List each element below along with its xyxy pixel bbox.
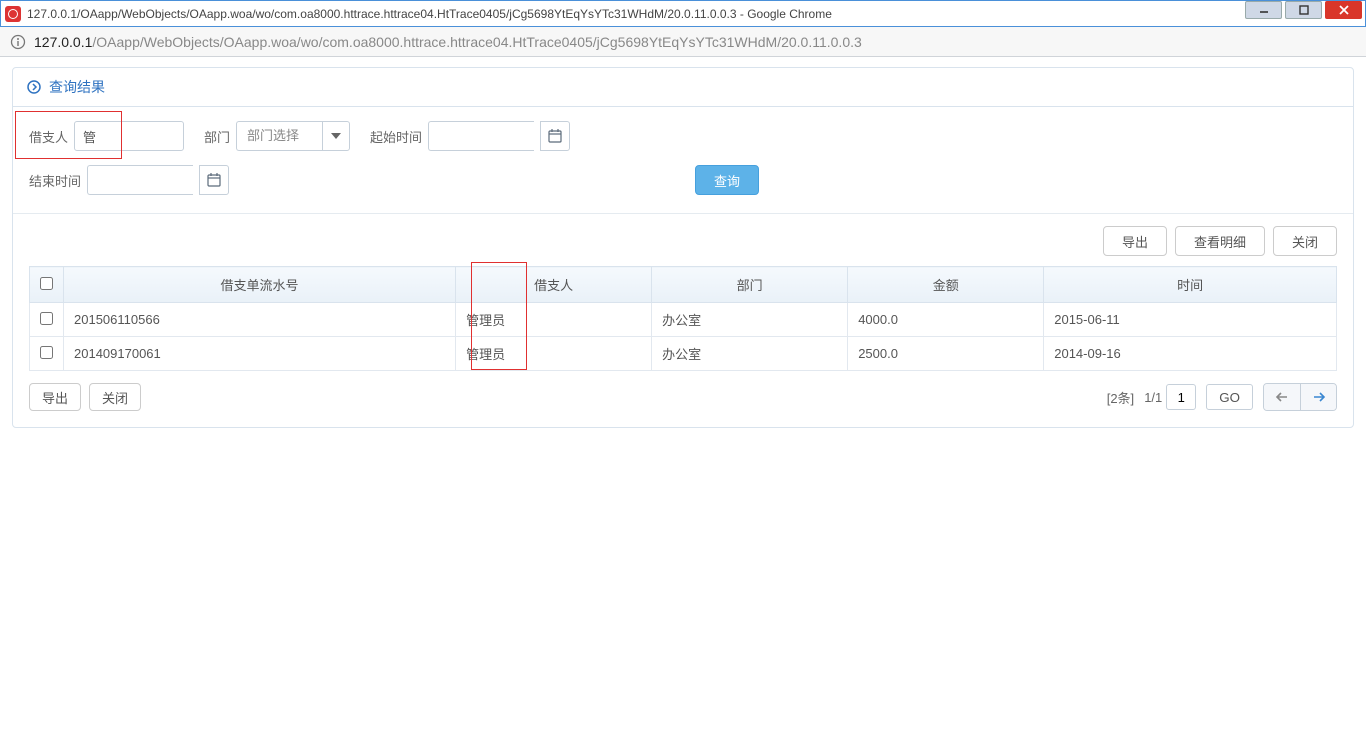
site-info-icon[interactable] [10,34,26,50]
url-host: 127.0.0.1 [34,34,92,50]
table-header-row: 借支单流水号 借支人 部门 金额 时间 [30,267,1337,303]
start-time-calendar-button[interactable] [540,121,570,151]
results-table: 借支单流水号 借支人 部门 金额 时间 201506110566 管理员 办公室… [29,266,1337,371]
end-time-field: 结束时间 [29,165,229,195]
table-row[interactable]: 201409170061 管理员 办公室 2500.0 2014-09-16 [30,337,1337,371]
row-checkbox[interactable] [40,312,53,325]
cell-time: 2015-06-11 [1044,303,1337,337]
end-time-label: 结束时间 [29,171,81,190]
minimize-icon [1259,5,1269,15]
end-time-input[interactable] [87,165,193,195]
start-time-field: 起始时间 [370,121,570,151]
close-top-button[interactable]: 关闭 [1273,226,1337,256]
arrow-left-icon [1275,391,1289,403]
url-display[interactable]: 127.0.0.1/OAapp/WebObjects/OAapp.woa/wo/… [34,34,862,50]
panel-header: 查询结果 [13,68,1353,107]
calendar-icon [548,129,562,143]
borrower-input[interactable] [74,121,184,151]
panel-title: 查询结果 [49,77,105,97]
query-result-panel: 查询结果 借支人 部门 部门选择 [12,67,1354,428]
dept-field: 部门 部门选择 [204,121,350,151]
col-serial: 借支单流水号 [64,267,456,303]
page-text: 1/1 [1144,390,1162,405]
start-time-input[interactable] [428,121,534,151]
dept-dropdown-button[interactable] [322,121,350,151]
page-input[interactable] [1166,384,1196,410]
table-row[interactable]: 201506110566 管理员 办公室 4000.0 2015-06-11 [30,303,1337,337]
next-page-button[interactable] [1300,384,1336,410]
end-time-calendar-button[interactable] [199,165,229,195]
detail-button[interactable]: 查看明细 [1175,226,1265,256]
dept-label: 部门 [204,127,230,146]
close-bottom-button[interactable]: 关闭 [89,383,141,411]
col-dept: 部门 [652,267,848,303]
query-button[interactable]: 查询 [695,165,759,195]
col-time: 时间 [1044,267,1337,303]
window-minimize-button[interactable] [1245,1,1282,19]
top-actions: 导出 查看明细 关闭 [13,214,1353,266]
url-path: /OAapp/WebObjects/OAapp.woa/wo/com.oa800… [92,34,861,50]
cell-amount: 2500.0 [848,337,1044,371]
maximize-icon [1299,5,1309,15]
export-bottom-button[interactable]: 导出 [29,383,81,411]
cell-dept: 办公室 [652,303,848,337]
arrow-right-icon [27,80,41,94]
address-bar: 127.0.0.1/OAapp/WebObjects/OAapp.woa/wo/… [0,27,1366,57]
dept-select[interactable]: 部门选择 [236,121,350,151]
window-maximize-button[interactable] [1285,1,1322,19]
cell-serial: 201409170061 [64,337,456,371]
calendar-icon [207,173,221,187]
window-controls [1245,1,1365,26]
col-amount: 金额 [848,267,1044,303]
cell-time: 2014-09-16 [1044,337,1337,371]
arrow-right-icon [1312,391,1326,403]
select-all-checkbox[interactable] [40,277,53,290]
cell-dept: 办公室 [652,337,848,371]
row-checkbox[interactable] [40,346,53,359]
cell-serial: 201506110566 [64,303,456,337]
dept-select-text: 部门选择 [236,121,322,151]
close-icon [1338,4,1350,16]
borrower-field: 借支人 [29,121,184,151]
prev-page-button[interactable] [1264,384,1300,410]
window-close-button[interactable] [1325,1,1362,19]
count-text: [2条] [1107,388,1134,407]
app-favicon [5,6,21,22]
table-footer: 导出 关闭 [2条] 1/1 GO [13,371,1353,427]
pager: [2条] 1/1 GO [1107,383,1337,411]
go-button[interactable]: GO [1206,384,1253,410]
window-title: 127.0.0.1/OAapp/WebObjects/OAapp.woa/wo/… [27,7,1245,21]
cell-borrower: 管理员 [456,337,652,371]
export-top-button[interactable]: 导出 [1103,226,1167,256]
page-nav [1263,383,1337,411]
borrower-label: 借支人 [29,127,68,146]
window-titlebar: 127.0.0.1/OAapp/WebObjects/OAapp.woa/wo/… [0,0,1366,27]
col-borrower: 借支人 [456,267,652,303]
start-time-label: 起始时间 [370,127,422,146]
cell-borrower: 管理员 [456,303,652,337]
cell-amount: 4000.0 [848,303,1044,337]
filter-block: 借支人 部门 部门选择 起始时间 [13,107,1353,214]
chevron-down-icon [331,133,341,139]
